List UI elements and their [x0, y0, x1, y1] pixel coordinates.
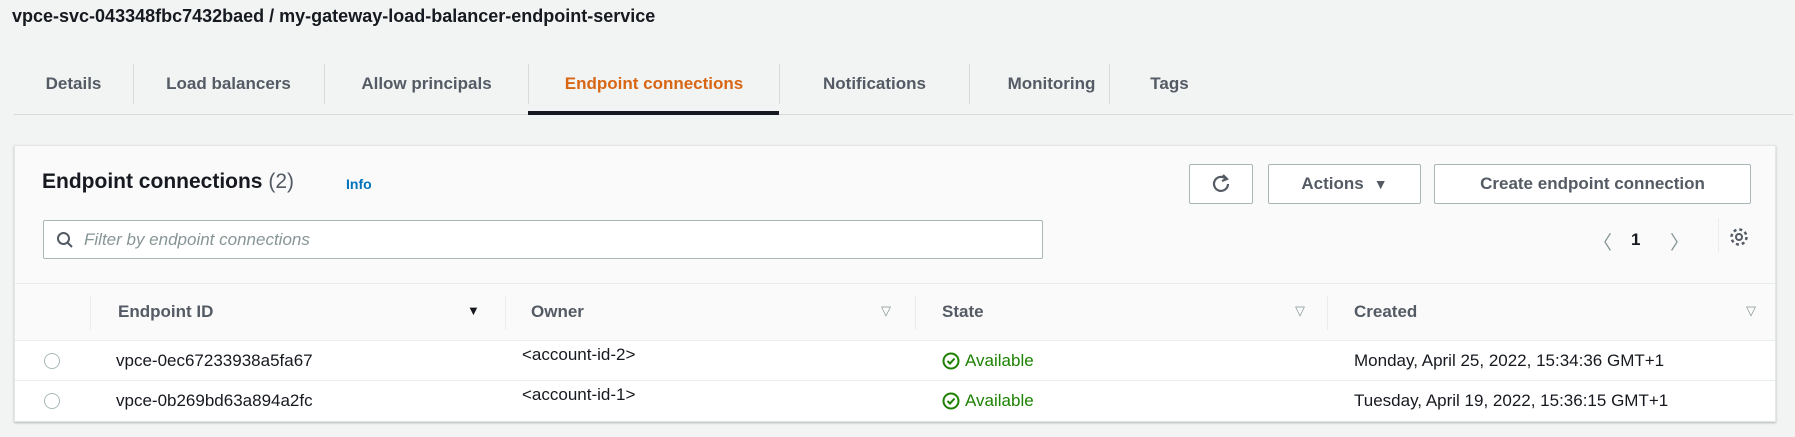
current-page[interactable]: 1 [1631, 230, 1640, 250]
sort-icon[interactable]: ▽ [1295, 303, 1305, 319]
row-select-radio[interactable] [44, 393, 60, 409]
owner: <account-id-1> [522, 385, 636, 405]
tab-bar: Details Load balancers Allow principals … [14, 54, 1793, 115]
tab-notifications[interactable]: Notifications [779, 64, 969, 104]
divider [915, 296, 916, 330]
actions-dropdown[interactable]: Actions ▼ [1268, 164, 1421, 204]
state-text: Available [965, 351, 1034, 370]
active-tab-indicator [528, 111, 779, 115]
table-row[interactable]: vpce-0b269bd63a894a2fc <account-id-1> Av… [15, 380, 1775, 420]
endpoint-id: vpce-0ec67233938a5fa67 [116, 351, 313, 370]
refresh-icon [1212, 174, 1230, 192]
divider [505, 296, 506, 330]
refresh-button[interactable] [1189, 164, 1253, 204]
filter-input[interactable] [84, 229, 984, 250]
divider [90, 296, 91, 330]
panel-title-text: Endpoint connections [42, 170, 263, 193]
create-endpoint-connection-button[interactable]: Create endpoint connection [1434, 164, 1751, 204]
tab-tags[interactable]: Tags [1109, 64, 1229, 104]
endpoint-id: vpce-0b269bd63a894a2fc [116, 391, 313, 410]
table-row[interactable]: vpce-0ec67233938a5fa67 <account-id-2> Av… [15, 340, 1775, 380]
connection-count: (2) [268, 170, 295, 193]
created-date: Monday, April 25, 2022, 15:34:36 GMT+1 [1354, 351, 1665, 370]
column-header-owner[interactable]: Owner [531, 302, 584, 322]
caret-down-icon: ▼ [1373, 176, 1388, 192]
search-icon [57, 231, 73, 248]
sort-icon[interactable]: ▽ [1746, 303, 1756, 319]
next-page-icon[interactable]: 〉 [1670, 228, 1689, 255]
previous-page-icon[interactable]: 〈 [1593, 228, 1612, 255]
page-title: vpce-svc-043348fbc7432baed / my-gateway-… [12, 6, 656, 26]
row-select-radio[interactable] [44, 353, 60, 369]
endpoint-connections-panel: Endpoint connections (2) Info Actions ▼ … [14, 145, 1776, 422]
state-badge: Available [942, 351, 1034, 371]
divider [1327, 296, 1328, 330]
sort-descending-icon[interactable]: ▼ [467, 303, 480, 318]
state-text: Available [965, 391, 1034, 410]
filter-input-box[interactable] [43, 220, 1043, 259]
check-circle-icon [942, 392, 960, 410]
sort-icon[interactable]: ▽ [881, 303, 891, 319]
info-link[interactable]: Info [346, 176, 372, 192]
created-date: Tuesday, April 19, 2022, 15:36:15 GMT+1 [1354, 391, 1669, 410]
divider [1718, 218, 1719, 252]
column-header-endpoint-id[interactable]: Endpoint ID [118, 302, 213, 322]
actions-label: Actions [1301, 174, 1364, 193]
column-header-created[interactable]: Created [1354, 302, 1417, 322]
tab-allow-principals[interactable]: Allow principals [324, 64, 528, 104]
tab-details[interactable]: Details [26, 64, 121, 104]
state-badge: Available [942, 391, 1034, 411]
owner: <account-id-2> [522, 345, 636, 365]
column-header-state[interactable]: State [942, 302, 984, 322]
tab-endpoint-connections[interactable]: Endpoint connections [528, 64, 779, 104]
table-header: Endpoint ID ▼ Owner ▽ State ▽ Created ▽ [15, 283, 1775, 340]
settings-gear-icon[interactable] [1728, 226, 1750, 254]
tab-load-balancers[interactable]: Load balancers [133, 64, 323, 104]
panel-title: Endpoint connections (2) [42, 170, 294, 194]
check-circle-icon [942, 352, 960, 370]
